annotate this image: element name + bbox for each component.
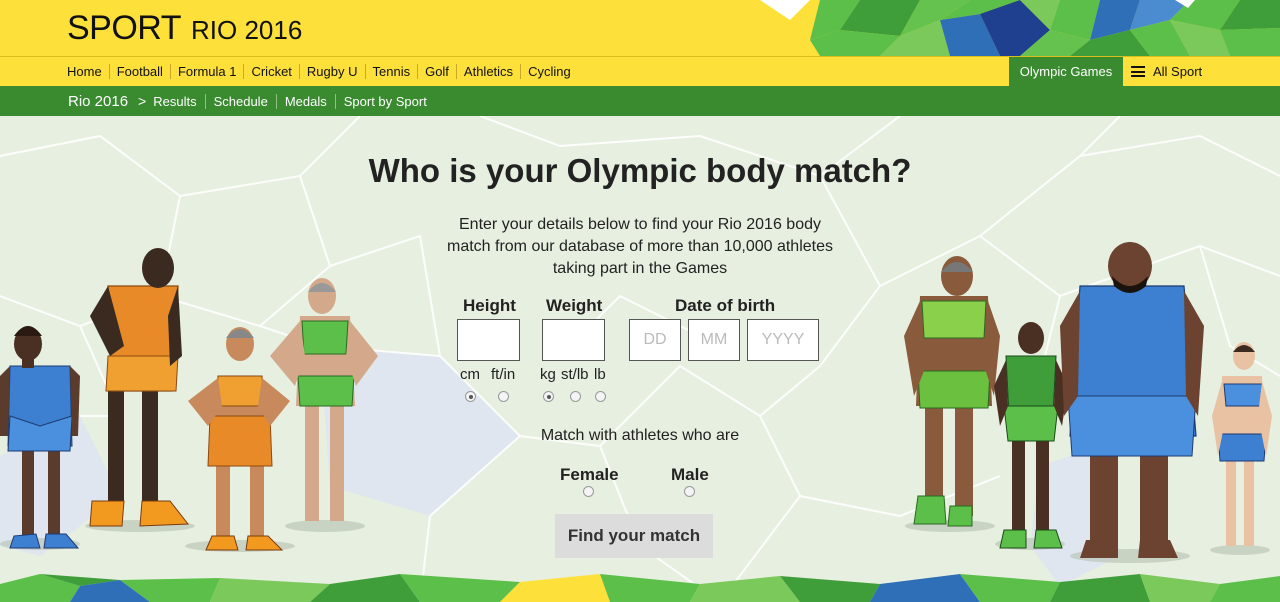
athlete-figure-left-1	[0, 326, 80, 550]
dob-year-input[interactable]	[747, 319, 819, 361]
height-unit-ftin-radio[interactable]	[498, 391, 509, 402]
gender-female-radio[interactable]	[583, 486, 594, 497]
weight-unit-kg-label: kg	[540, 366, 556, 383]
dob-day-input[interactable]	[629, 319, 681, 361]
nav-item-football[interactable]: Football	[108, 64, 170, 79]
hamburger-menu-icon	[1131, 66, 1145, 77]
primary-nav-list: Home Football Formula 1 Cricket Rugby U …	[60, 57, 578, 86]
header-mosaic-decoration	[760, 0, 1280, 56]
weight-unit-stlb-radio[interactable]	[570, 391, 581, 402]
dob-month-input[interactable]	[688, 319, 740, 361]
nav-item-olympic-games[interactable]: Olympic Games	[1009, 57, 1123, 86]
match-with-label: Match with athletes who are	[540, 427, 740, 444]
all-sport-label: All Sport	[1153, 64, 1203, 79]
masthead: SPORT RIO 2016	[0, 0, 1280, 56]
weight-input[interactable]	[542, 319, 605, 361]
nav-item-cricket[interactable]: Cricket	[243, 64, 298, 79]
chevron-right-icon: >	[138, 93, 147, 109]
nav-item-athletics[interactable]: Athletics	[455, 64, 520, 79]
nav-item-golf[interactable]: Golf	[417, 64, 456, 79]
athlete-figure-right-3	[1060, 242, 1204, 563]
weight-unit-kg-radio[interactable]	[543, 391, 554, 402]
height-input[interactable]	[457, 319, 520, 361]
subnav-item-sport-by-sport[interactable]: Sport by Sport	[334, 93, 435, 109]
height-unit-cm-radio[interactable]	[465, 391, 476, 402]
athlete-figure-right-1	[904, 256, 1000, 532]
intro-text: Enter your details below to find your Ri…	[446, 216, 833, 277]
nav-item-home[interactable]: Home	[60, 64, 109, 79]
page-title: Who is your Olympic body match?	[368, 152, 912, 189]
subnav-item-schedule[interactable]: Schedule	[204, 93, 276, 109]
athlete-figure-right-4	[1210, 342, 1272, 555]
weight-unit-lb-label: lb	[594, 366, 606, 383]
gender-female-label: Female	[560, 465, 619, 484]
nav-item-formula-1[interactable]: Formula 1	[169, 64, 244, 79]
dob-label: Date of birth	[675, 296, 776, 315]
weight-label: Weight	[546, 296, 603, 315]
body-match-tool: Who is your Olympic body match? Enter yo…	[0, 116, 1280, 602]
height-unit-ftin-label: ft/in	[491, 366, 516, 383]
height-unit-cm-label: cm	[460, 366, 480, 383]
weight-unit-lb-radio[interactable]	[595, 391, 606, 402]
secondary-nav: Rio 2016 > Results Schedule Medals Sport…	[0, 86, 1280, 116]
height-label: Height	[463, 296, 516, 315]
nav-item-cycling[interactable]: Cycling	[520, 64, 578, 79]
brand-sport: SPORT	[67, 9, 182, 47]
brand-logo[interactable]: SPORT RIO 2016	[67, 9, 302, 48]
athlete-figure-left-2	[85, 248, 195, 532]
primary-nav: Home Football Formula 1 Cricket Rugby U …	[0, 56, 1280, 86]
subnav-home-rio-2016[interactable]: Rio 2016	[68, 93, 128, 110]
weight-unit-stlb-label: st/lb	[561, 366, 589, 383]
secondary-nav-list: Rio 2016 > Results Schedule Medals Sport…	[68, 86, 435, 116]
athlete-figure-right-2	[994, 322, 1068, 550]
nav-item-tennis[interactable]: Tennis	[364, 64, 418, 79]
footer-mosaic-decoration	[0, 574, 1280, 602]
gender-male-label: Male	[671, 465, 709, 484]
brand-event: RIO 2016	[191, 15, 303, 45]
gender-male-radio[interactable]	[684, 486, 695, 497]
find-your-match-button[interactable]: Find your match	[555, 514, 713, 558]
all-sport-menu-button[interactable]: All Sport	[1123, 57, 1202, 86]
subnav-item-results[interactable]: Results	[153, 94, 204, 109]
nav-item-rugby-union[interactable]: Rugby U	[298, 64, 365, 79]
subnav-item-medals[interactable]: Medals	[275, 93, 335, 109]
